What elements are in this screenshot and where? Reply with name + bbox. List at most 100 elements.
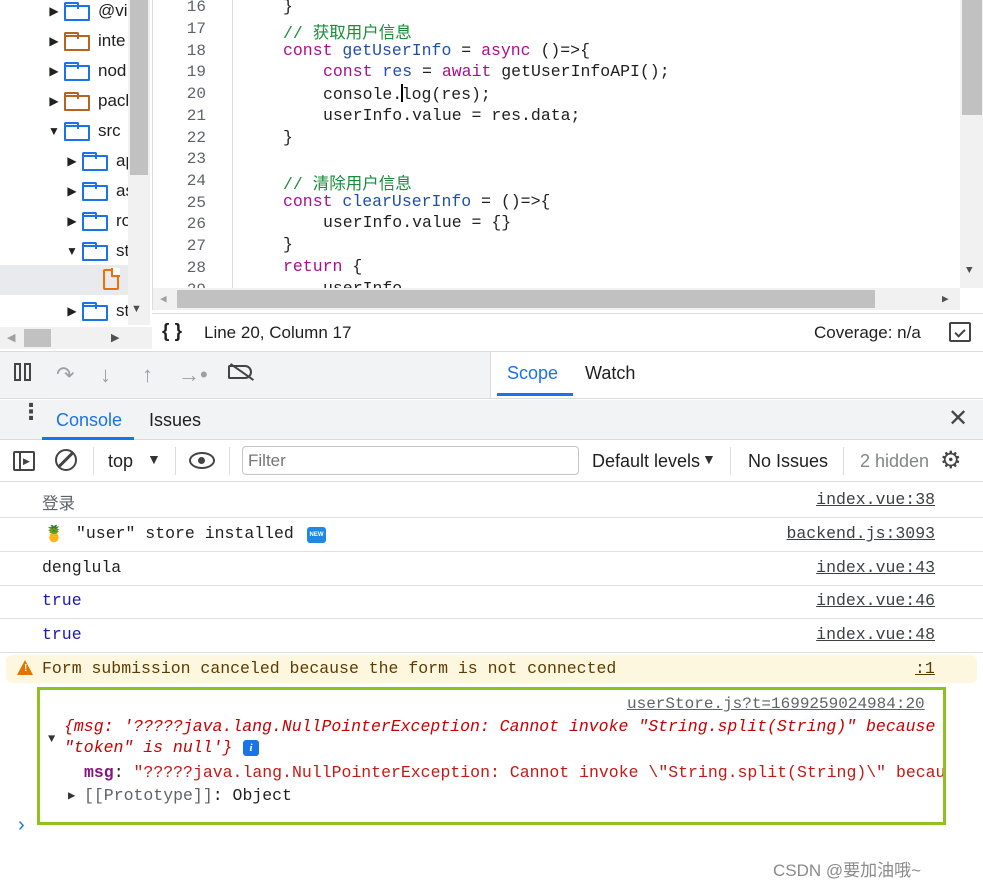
tree-item-selected[interactable] <box>0 265 128 295</box>
eye-icon[interactable] <box>189 452 215 469</box>
editor-scroll-thumb[interactable] <box>962 0 982 115</box>
tree-item[interactable]: ▶ ro <box>66 206 131 236</box>
code-line-current: console.log(res); <box>323 84 491 104</box>
tab-watch[interactable]: Watch <box>585 363 635 384</box>
editor-hscroll-thumb[interactable] <box>177 290 875 308</box>
tree-scroll-thumb[interactable] <box>130 0 148 175</box>
gear-icon[interactable]: ⚙ <box>940 446 962 475</box>
collapsed-arrow-icon[interactable]: ▶ <box>66 154 78 168</box>
scroll-right-arrow-icon[interactable]: ▶ <box>942 292 949 306</box>
tree-item[interactable]: ▶ nod <box>48 56 126 86</box>
scroll-left-arrow-icon[interactable]: ◀ <box>160 292 167 306</box>
pineapple-icon: 🍍 <box>44 526 64 544</box>
object-summary-text: "token" is null'} <box>64 738 233 757</box>
object-summary[interactable]: {msg: '?????java.lang.NullPointerExcepti… <box>64 717 935 736</box>
scroll-down-arrow-icon[interactable]: ▼ <box>131 303 142 315</box>
tree-item[interactable]: ▼ st <box>66 236 129 266</box>
step-into-icon[interactable]: ↓ <box>100 362 111 388</box>
source-link[interactable]: :1 <box>915 659 935 678</box>
keyword: const <box>283 192 333 211</box>
scroll-right-arrow-icon[interactable]: ▶ <box>111 331 119 344</box>
chevron-down-icon[interactable]: ▼ <box>702 451 716 467</box>
collapsed-arrow-icon[interactable]: ▶ <box>48 94 60 108</box>
toolbar-divider <box>175 447 176 475</box>
tree-hscroll-thumb[interactable] <box>24 329 51 347</box>
scroll-down-arrow-icon[interactable]: ▼ <box>966 265 973 277</box>
filter-input[interactable] <box>242 446 579 475</box>
tree-item[interactable]: ▶ ap <box>66 146 135 176</box>
tree-item[interactable]: ▶ st <box>66 296 129 326</box>
tree-item[interactable]: ▶ as <box>66 176 134 206</box>
watermark: CSDN @要加油哦~ <box>773 861 922 880</box>
folder-icon <box>64 61 90 81</box>
warning-text: Form submission canceled because the for… <box>42 659 617 678</box>
object-output-highlight: userStore.js?t=1699259024984:20 {msg: '?… <box>37 687 946 825</box>
step-out-icon[interactable]: ↑ <box>142 362 153 388</box>
code-text: = ()=>{ <box>471 192 551 211</box>
source-link[interactable]: index.vue:48 <box>816 625 935 644</box>
tree-horizontal-scrollbar[interactable] <box>0 327 152 349</box>
file-icon <box>103 268 120 290</box>
chevron-down-icon[interactable]: ▼ <box>147 451 161 467</box>
active-tab-indicator <box>497 393 573 396</box>
close-icon[interactable]: ✕ <box>948 404 968 433</box>
tab-console[interactable]: Console <box>56 410 122 431</box>
line-number-gutter: 16 17 18 19 20 21 22 23 24 25 26 27 28 2… <box>153 0 233 299</box>
code-editor[interactable]: 16 17 18 19 20 21 22 23 24 25 26 27 28 2… <box>152 0 983 310</box>
toggle-drawer-icon[interactable] <box>949 322 971 342</box>
info-icon[interactable]: i <box>243 740 259 756</box>
step-over-icon[interactable]: ↷ <box>56 362 74 388</box>
pretty-print-icon[interactable]: { } <box>162 321 182 343</box>
clear-console-icon[interactable] <box>55 449 77 471</box>
keyword: return <box>283 257 343 276</box>
folder-icon <box>64 91 90 111</box>
sidebar-toggle-icon[interactable]: ▶ <box>13 451 35 471</box>
drawer-tabs: ⋮ Console Issues ✕ <box>0 400 983 440</box>
expanded-arrow-icon[interactable]: ▼ <box>48 732 55 746</box>
source-link[interactable]: backend.js:3093 <box>786 524 935 543</box>
source-link[interactable]: index.vue:43 <box>816 558 935 577</box>
tree-item[interactable]: ▶ inte <box>48 26 125 56</box>
line-number: 26 <box>186 215 206 233</box>
hidden-count: 2 hidden <box>860 451 930 471</box>
identifier: res <box>382 62 413 81</box>
tab-scope[interactable]: Scope <box>507 363 558 384</box>
console-prompt-icon[interactable]: › <box>18 814 25 837</box>
source-link[interactable]: index.vue:46 <box>816 591 935 610</box>
tree-item-label: inte <box>98 31 126 50</box>
object-property: msg: "?????java.lang.NullPointerExceptio… <box>84 763 946 782</box>
toolbar-divider <box>843 447 844 475</box>
console-message: 登录 index.vue:38 <box>0 484 983 518</box>
property-key: [[Prototype]] <box>84 786 213 805</box>
expanded-arrow-icon[interactable]: ▼ <box>48 124 60 138</box>
tree-item[interactable]: ▶ @vi <box>48 0 128 26</box>
sidebar-tabs: Scope Watch <box>490 352 983 398</box>
collapsed-arrow-icon[interactable]: ▶ <box>66 184 78 198</box>
code-text: ()=>{ <box>530 41 590 60</box>
scroll-left-arrow-icon[interactable]: ◀ <box>7 331 15 344</box>
line-number: 19 <box>186 63 206 81</box>
tree-item[interactable]: ▼ src <box>48 116 121 146</box>
expanded-arrow-icon[interactable]: ▼ <box>66 244 78 258</box>
tab-issues[interactable]: Issues <box>149 410 201 431</box>
collapsed-arrow-icon[interactable]: ▶ <box>66 214 78 228</box>
log-levels-dropdown[interactable]: Default levels <box>592 451 700 472</box>
tree-item-label: pacl <box>98 91 130 110</box>
step-icon[interactable]: →• <box>178 362 208 388</box>
keyword: await <box>441 62 492 81</box>
tree-item[interactable]: ▶ pacl <box>48 86 129 116</box>
keyword: async <box>481 41 531 60</box>
collapsed-arrow-icon[interactable]: ▶ <box>48 4 60 18</box>
collapsed-arrow-icon[interactable]: ▶ <box>48 64 60 78</box>
issues-counter[interactable]: No Issues <box>748 451 828 472</box>
collapsed-arrow-icon[interactable]: ▶ <box>48 34 60 48</box>
tree-item-label: nod <box>98 61 127 80</box>
source-link[interactable]: userStore.js?t=1699259024984:20 <box>627 695 925 713</box>
console-toolbar: ▶ top ▼ Default levels ▼ No Issues 2 hid… <box>0 441 983 482</box>
context-selector[interactable]: top <box>108 451 133 472</box>
collapsed-arrow-icon[interactable]: ▶ <box>68 788 75 803</box>
more-tools-icon[interactable]: ⋮ <box>20 401 42 423</box>
prototype-row[interactable]: [[Prototype]]: Object <box>84 786 292 805</box>
collapsed-arrow-icon[interactable]: ▶ <box>66 304 78 318</box>
source-link[interactable]: index.vue:38 <box>816 490 935 509</box>
